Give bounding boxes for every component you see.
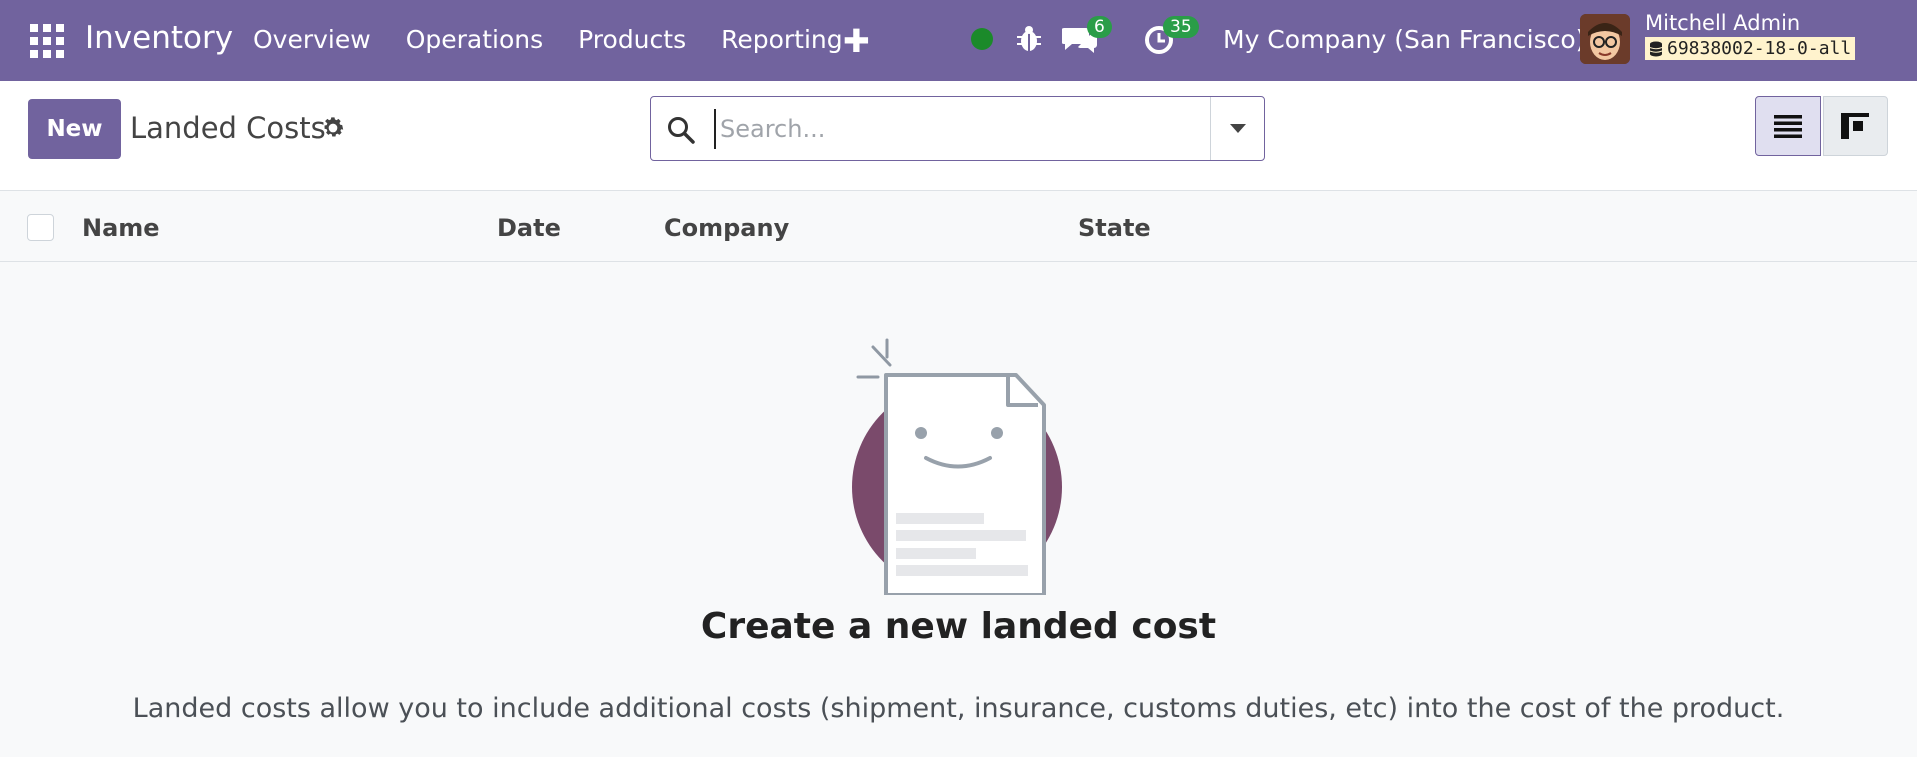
apps-grid-icon[interactable] — [28, 22, 64, 58]
user-name[interactable]: Mitchell Admin — [1645, 11, 1800, 35]
messages-count-badge: 6 — [1087, 16, 1112, 38]
menu-item-reporting[interactable]: Reporting — [721, 25, 843, 54]
database-badge: 69838002-18-0-all — [1645, 37, 1856, 60]
column-header-date[interactable]: Date — [497, 214, 561, 242]
gear-icon[interactable] — [320, 115, 346, 141]
control-panel: New Landed Costs — [0, 81, 1917, 191]
list-header: Name Date Company State — [0, 192, 1917, 262]
search-options-toggle[interactable] — [1211, 97, 1264, 160]
kanban-view-icon — [1841, 113, 1870, 139]
company-switcher[interactable]: My Company (San Francisco) — [1223, 25, 1585, 54]
list-view-icon — [1773, 115, 1802, 138]
new-button[interactable]: New — [28, 99, 121, 159]
menu-item-products[interactable]: Products — [578, 25, 686, 54]
status-indicator — [971, 28, 993, 50]
column-header-company[interactable]: Company — [664, 214, 789, 242]
list-view-button[interactable] — [1755, 96, 1821, 156]
database-name: 69838002-18-0-all — [1667, 38, 1852, 59]
kanban-view-button[interactable] — [1822, 96, 1888, 156]
search-input[interactable] — [714, 109, 1204, 149]
plus-icon[interactable]: ✚ — [843, 22, 870, 60]
database-icon — [1649, 41, 1663, 56]
select-all-checkbox[interactable] — [27, 214, 54, 241]
view-switcher — [1755, 96, 1888, 156]
main-menu: Overview Operations Products Reporting — [253, 25, 878, 54]
page-title: Landed Costs — [130, 111, 326, 145]
column-header-state[interactable]: State — [1078, 214, 1151, 242]
search-icon — [668, 117, 695, 144]
caret-down-icon — [1229, 124, 1246, 133]
menu-item-overview[interactable]: Overview — [253, 25, 371, 54]
activities-count-badge: 35 — [1163, 16, 1199, 38]
empty-state-title: Create a new landed cost — [700, 606, 1217, 647]
avatar[interactable] — [1580, 14, 1630, 64]
bug-icon[interactable] — [1016, 24, 1042, 54]
menu-item-operations[interactable]: Operations — [406, 25, 543, 54]
app-name[interactable]: Inventory — [85, 20, 233, 56]
empty-document-illustration — [852, 338, 1062, 595]
empty-state-description: Landed costs allow you to include additi… — [132, 693, 1785, 724]
top-navbar: Inventory Overview Operations Products R… — [0, 0, 1917, 81]
column-header-name[interactable]: Name — [82, 214, 160, 242]
